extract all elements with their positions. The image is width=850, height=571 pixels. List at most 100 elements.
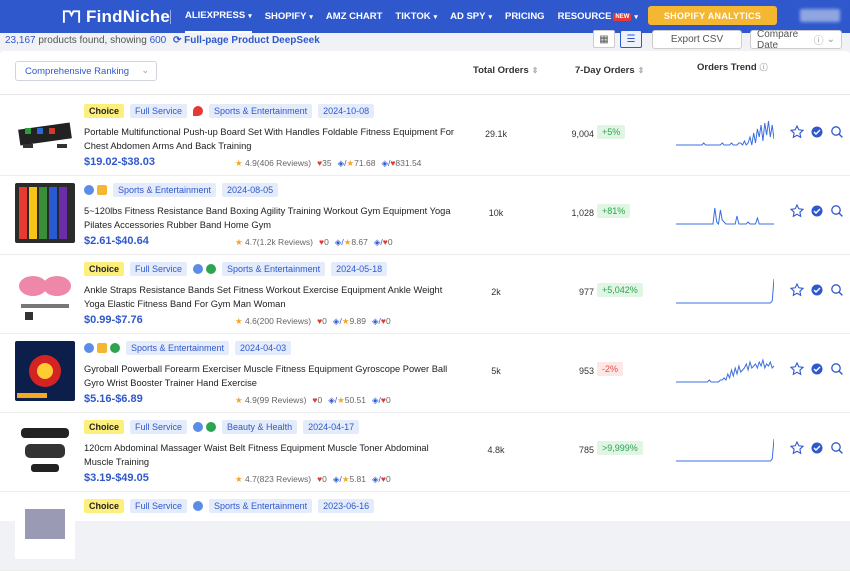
top-nav: FindNiche ALIEXPRESS ▾ SHOPIFY ▾ AMZ CHART TI… xyxy=(0,0,850,33)
deepseek-link[interactable]: ⟳ Full-page Product DeepSeek xyxy=(173,35,320,46)
analyze-icon[interactable] xyxy=(810,283,824,297)
search-icon[interactable] xyxy=(830,283,844,297)
ranking-select[interactable]: Comprehensive Ranking ⌄ xyxy=(15,61,157,81)
category-badge[interactable]: Sports & Entertainment xyxy=(209,499,313,513)
analyze-icon[interactable] xyxy=(810,362,824,376)
product-image[interactable] xyxy=(15,341,75,401)
category-badge[interactable]: Sports & Entertainment xyxy=(126,341,230,355)
nav-item-pricing[interactable]: PRICING xyxy=(505,0,545,33)
nav-item-shopify[interactable]: SHOPIFY ▾ xyxy=(265,0,313,33)
chevron-down-icon: ▾ xyxy=(248,12,252,20)
sort-icon: ⇕ xyxy=(531,66,539,75)
col-total-orders[interactable]: Total Orders ⇕ xyxy=(473,65,538,76)
play-icon xyxy=(206,422,217,432)
col-trend-label: Orders Trend xyxy=(697,62,757,73)
category-badge[interactable]: Beauty & Health xyxy=(222,420,298,434)
user-account[interactable] xyxy=(800,9,840,22)
medal-icon xyxy=(97,185,107,195)
sales-rank-value: 50.51 xyxy=(344,395,366,405)
full-service-badge: Full Service xyxy=(130,420,188,434)
search-icon[interactable] xyxy=(830,125,844,139)
table-row[interactable]: Choice Full Service Sports & Entertainment… xyxy=(0,97,850,176)
product-title[interactable]: 5~120lbs Fitness Resistance Band Boxing … xyxy=(84,204,454,232)
sales-rank-stat: ◈/★5.81 xyxy=(333,474,366,484)
table-row[interactable]: Choice Full Service Sports & Entertainment… xyxy=(0,492,850,571)
row-actions xyxy=(790,362,844,376)
table-row[interactable]: Sports & Entertainment 2024-08-05 5~120lbs… xyxy=(0,176,850,255)
favorite-star-icon[interactable] xyxy=(790,283,804,297)
search-icon[interactable] xyxy=(830,204,844,218)
wishes-value: 0 xyxy=(317,395,323,405)
chevron-down-icon: ⌄ xyxy=(141,65,149,75)
results-count: 23,167 products found, showing 600 xyxy=(5,35,166,46)
wish-rank-value: 0 xyxy=(385,316,391,326)
compare-date-select[interactable]: Compare Date ⓘ ⌄ xyxy=(750,29,842,51)
wish-rank-value: 0 xyxy=(385,395,391,405)
fire-icon xyxy=(193,106,204,116)
star-icon: ★ xyxy=(235,237,245,247)
row-actions xyxy=(790,283,844,297)
total-orders: 5k xyxy=(491,366,501,376)
product-image[interactable] xyxy=(15,420,75,480)
product-image[interactable] xyxy=(15,183,75,243)
chevron-down-icon: ▾ xyxy=(634,13,638,21)
tag-icon: ◈/ xyxy=(371,474,381,484)
orders-trend-chart xyxy=(676,435,775,465)
category-badge[interactable]: Sports & Entertainment xyxy=(209,104,313,118)
export-csv-button[interactable]: Export CSV xyxy=(652,30,742,49)
search-icon[interactable] xyxy=(830,441,844,455)
orders-trend-chart xyxy=(676,356,775,386)
wish-rank-stat: ◈/♥0 xyxy=(372,316,391,326)
favorite-star-icon[interactable] xyxy=(790,125,804,139)
product-image[interactable] xyxy=(15,499,75,559)
nav-item-ad-spy[interactable]: AD SPY ▾ xyxy=(450,0,492,33)
product-title[interactable]: Portable Multifunctional Push-up Board S… xyxy=(84,125,454,153)
col-seven-day-orders[interactable]: 7-Day Orders ⇕ xyxy=(575,65,644,76)
chevron-down-icon: ▾ xyxy=(433,13,438,21)
analyze-icon[interactable] xyxy=(810,125,824,139)
rating-stat: ★ 4.7(1.2k Reviews) xyxy=(235,237,313,247)
drop-icon xyxy=(193,264,204,274)
nav-item-aliexpress[interactable]: ALIEXPRESS ▾ xyxy=(185,0,252,33)
product-price: $2.61-$40.64 xyxy=(84,235,149,247)
date-badge: 2024-08-05 xyxy=(222,183,279,197)
product-stats: ★ 4.9(99 Reviews) ♥0 ◈/★50.51 ◈/♥0 xyxy=(235,395,397,406)
shopify-analytics-button[interactable]: SHOPIFY ANALYTICS xyxy=(648,6,777,25)
nav-divider xyxy=(170,9,171,24)
tag-icon: ◈/ xyxy=(373,237,383,247)
category-badge[interactable]: Sports & Entertainment xyxy=(113,183,217,197)
product-title[interactable]: 120cm Abdominal Massager Waist Belt Fitn… xyxy=(84,441,454,469)
tag-icon: ◈/ xyxy=(372,395,381,405)
product-image[interactable] xyxy=(15,262,75,322)
favorite-star-icon[interactable] xyxy=(790,204,804,218)
nav-item-resource[interactable]: RESOURCE NEW ▾ xyxy=(558,0,638,33)
table-row[interactable]: Sports & Entertainment 2024-04-03 Gyroball… xyxy=(0,334,850,413)
table-row[interactable]: Choice Full Service Beauty & Health 2024-04… xyxy=(0,413,850,492)
medal-icon xyxy=(97,343,107,353)
nav-item-amz-chart[interactable]: AMZ CHART xyxy=(326,0,382,33)
nav-menu: ALIEXPRESS ▾ SHOPIFY ▾ AMZ CHART TIKTOK ▾ AD SP… xyxy=(185,0,684,33)
logo[interactable]: FindNiche xyxy=(62,7,170,27)
grid-view-button[interactable]: ▦ xyxy=(593,30,615,48)
product-title[interactable]: Gyroball Powerball Forearm Exerciser Mus… xyxy=(84,362,454,390)
table-row[interactable]: Choice Full Service Sports & Entertainment… xyxy=(0,255,850,334)
category-badge[interactable]: Sports & Entertainment xyxy=(222,262,326,276)
tag-icon: ◈/ xyxy=(371,316,381,326)
grid-icon: ▦ xyxy=(599,33,609,45)
play-icon xyxy=(110,343,120,353)
tag-icon: ◈/ xyxy=(328,395,338,405)
wishes-stat: ♥0 xyxy=(317,474,327,484)
analyze-icon[interactable] xyxy=(810,441,824,455)
product-image[interactable] xyxy=(15,104,75,164)
favorite-star-icon[interactable] xyxy=(790,441,804,455)
nav-item-label: RESOURCE xyxy=(557,11,612,22)
nav-item-tiktok[interactable]: TIKTOK ▾ xyxy=(395,0,437,33)
chevron-down-icon: ▾ xyxy=(488,13,492,21)
wishes-value: 0 xyxy=(322,316,327,326)
analyze-icon[interactable] xyxy=(810,204,824,218)
search-icon[interactable] xyxy=(830,362,844,376)
favorite-star-icon[interactable] xyxy=(790,362,804,376)
list-view-button[interactable]: ☰ xyxy=(620,30,642,48)
product-price: $0.99-$7.76 xyxy=(84,314,143,326)
product-title[interactable]: Ankle Straps Resistance Bands Set Fitnes… xyxy=(84,283,454,311)
